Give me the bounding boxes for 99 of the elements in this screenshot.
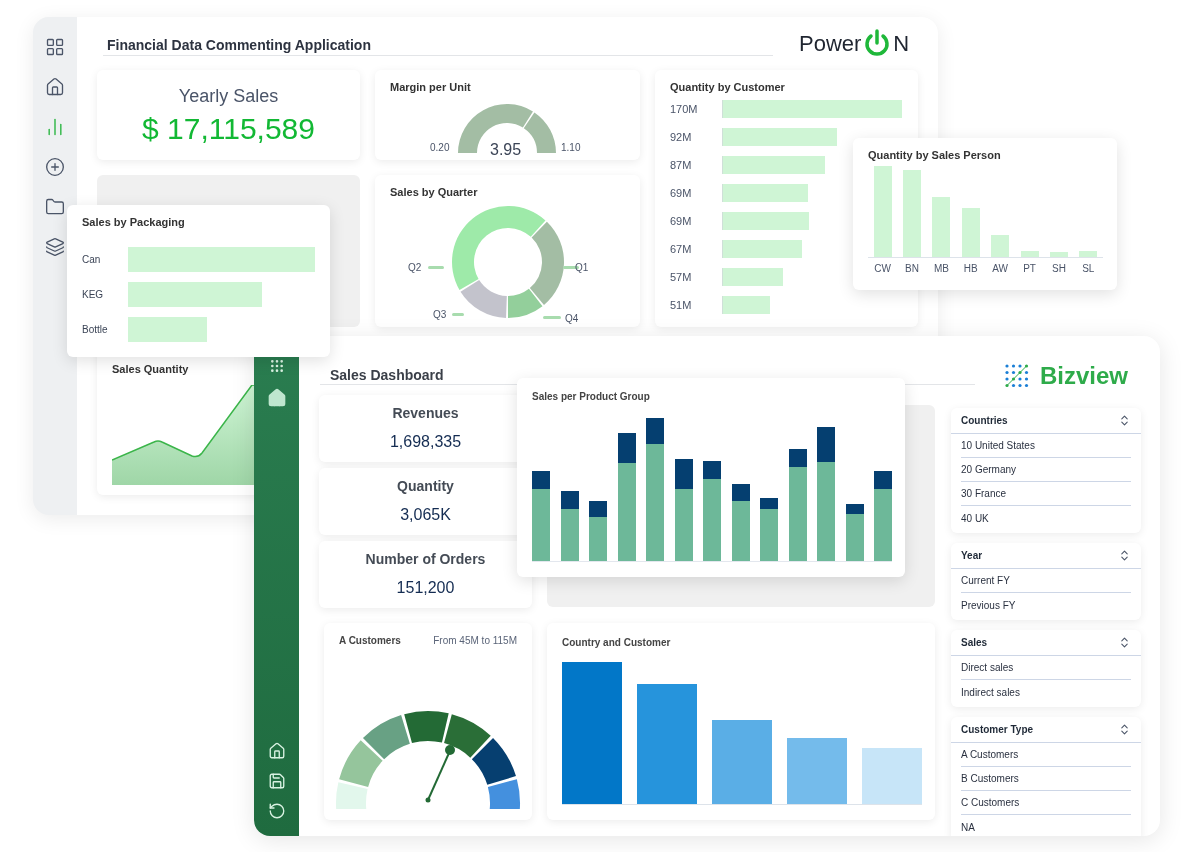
axis-label: SH — [1051, 262, 1067, 276]
bar-label: KEG — [82, 288, 105, 302]
bar — [1049, 252, 1068, 257]
kpi-title: Number of Orders — [365, 550, 486, 569]
kpi-title: Quantity — [397, 477, 454, 496]
filter-option[interactable]: 40 UK — [961, 506, 1131, 530]
bar-label: 69M — [670, 185, 693, 201]
bar-label: 67M — [670, 241, 693, 257]
kpi-value: 3,065K — [400, 505, 451, 525]
axis-label: SL — [1081, 262, 1096, 276]
kpi-title: Yearly Sales — [178, 84, 279, 108]
add-icon[interactable] — [45, 157, 65, 177]
axis-label: AW — [991, 262, 1010, 276]
apps-icon[interactable] — [268, 358, 285, 374]
bar — [862, 748, 922, 804]
folder-icon[interactable] — [45, 197, 65, 217]
filter-option[interactable]: Indirect sales — [961, 680, 1131, 704]
bar — [1079, 251, 1098, 257]
bar — [961, 208, 980, 257]
expand-collapse-icon[interactable] — [1118, 636, 1131, 649]
axis-label: BN — [904, 262, 920, 276]
filter-title: Customer Type — [961, 723, 1034, 737]
axis-label: PT — [1022, 262, 1037, 276]
home-icon[interactable] — [266, 388, 287, 408]
slice-label: Q3 — [433, 308, 447, 322]
power-icon — [863, 28, 892, 59]
slice-label: Q2 — [408, 261, 422, 275]
expand-collapse-icon[interactable] — [1118, 414, 1131, 427]
filter-option[interactable]: A Customers — [961, 743, 1131, 767]
gauge-segment — [444, 714, 491, 758]
chart-title: Sales per Product Group — [532, 390, 650, 404]
chart-title: Sales by Quarter — [390, 185, 478, 200]
filter-option[interactable]: 10 United States — [961, 434, 1131, 458]
bar-label: Can — [82, 253, 102, 267]
filter-option[interactable]: Current FY — [961, 569, 1131, 593]
filter-option[interactable]: NA — [961, 815, 1131, 836]
home-icon[interactable] — [45, 77, 65, 97]
dot-grid-icon — [1004, 363, 1030, 389]
home-icon[interactable] — [267, 742, 286, 760]
bar-label: 51M — [670, 297, 693, 313]
bar-label: 57M — [670, 269, 693, 285]
leader-line — [543, 316, 561, 319]
kpi-title: Revenues — [392, 404, 459, 423]
bar-label: 87M — [670, 157, 693, 173]
slice-label: Q1 — [575, 261, 589, 275]
stacked-bar — [560, 491, 579, 561]
layers-icon[interactable] — [45, 237, 65, 257]
gauge-segment — [362, 715, 410, 760]
chart-title: Sales by Packaging — [82, 215, 185, 230]
filter-title: Year — [961, 549, 983, 563]
stacked-bar — [760, 498, 778, 561]
bar — [991, 235, 1010, 257]
window-title: Financial Data Commenting Application — [107, 36, 371, 55]
bar — [932, 197, 951, 257]
chart-title: A Customers — [339, 634, 401, 648]
stacked-bar — [845, 504, 864, 561]
window-title: Sales Dashboard — [330, 366, 444, 385]
axis-label: CW — [873, 262, 892, 276]
bar — [1020, 251, 1039, 257]
gauge-min-label: 0.20 — [430, 141, 450, 155]
save-icon[interactable] — [267, 772, 286, 790]
axis-label: MB — [932, 262, 950, 276]
chart-title: Sales Quantity — [112, 362, 189, 377]
expand-collapse-icon[interactable] — [1118, 549, 1131, 562]
slice-label: Q4 — [565, 312, 579, 326]
chart-title: Quantity by Customer — [670, 80, 785, 95]
chart-title: Margin per Unit — [390, 80, 471, 95]
filter-title: Sales — [961, 636, 988, 650]
bar-label: 92M — [670, 129, 693, 145]
filter-option[interactable]: 20 Germany — [961, 458, 1131, 482]
gauge-value: 3.95 — [490, 140, 522, 160]
app-logo: Power N — [799, 27, 910, 60]
bar-label: 69M — [670, 213, 693, 229]
gauge-needle — [425, 745, 455, 803]
stacked-bar — [589, 501, 607, 561]
bar — [722, 268, 783, 286]
bar-label: Bottle — [82, 323, 109, 337]
bar-label: 170M — [670, 101, 699, 117]
expand-collapse-icon[interactable] — [1118, 723, 1131, 736]
filter-option[interactable]: Previous FY — [961, 593, 1131, 617]
gauge-max-label: 1.10 — [561, 141, 581, 155]
kpi-value: $ 17,115,589 — [142, 110, 315, 147]
bar — [722, 296, 770, 314]
filter-option[interactable]: C Customers — [961, 791, 1131, 815]
refresh-icon[interactable] — [267, 802, 286, 820]
app-logo: Bizview — [1004, 358, 1129, 394]
bar — [787, 738, 847, 804]
chart-title: Quantity by Sales Person — [868, 148, 1001, 163]
kpi-value: 151,200 — [396, 578, 455, 598]
filter-option[interactable]: Direct sales — [961, 656, 1131, 680]
grid-icon[interactable] — [45, 37, 65, 57]
gauge-segment — [404, 711, 449, 744]
filter-option[interactable]: 30 France — [961, 482, 1131, 506]
axis-label: HB — [962, 262, 979, 276]
filter-option[interactable]: B Customers — [961, 767, 1131, 791]
chart-title: Country and Customer — [562, 636, 671, 650]
kpi-value: 1,698,335 — [389, 432, 462, 452]
range-label: From 45M to 115M — [433, 634, 517, 648]
filter-title: Countries — [961, 414, 1008, 428]
